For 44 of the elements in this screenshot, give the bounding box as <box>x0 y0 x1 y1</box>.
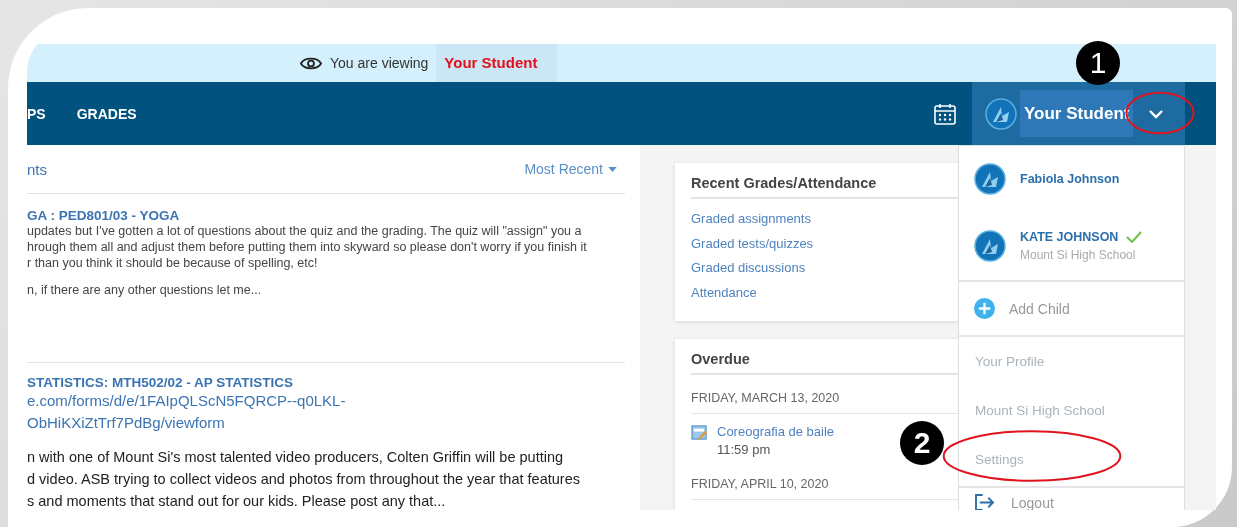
school-name: Mount Si High School <box>1020 248 1137 262</box>
post-text: s and moments that stand out for our kids. Please post any that... <box>27 492 447 510</box>
panel-title: nts <box>27 160 47 178</box>
post-title[interactable]: STATISTICS: MTH502/02 - AP STATISTICS <box>27 375 625 390</box>
menu-item[interactable]: Settings <box>959 435 1184 484</box>
post-text: n, if there are any other questions let me... <box>27 282 263 298</box>
avatar-icon <box>985 97 1017 130</box>
add-child-item[interactable]: Add Child <box>959 282 1184 337</box>
grades-link[interactable]: Graded assignments <box>691 207 959 232</box>
post-title[interactable]: GA : PED801/03 - YOGA <box>27 208 625 223</box>
chevron-down-icon <box>1148 108 1165 119</box>
menu-item[interactable]: Mount Si High School <box>959 386 1184 435</box>
nav-tab[interactable]: GRADES <box>76 105 137 122</box>
post-text: hrough them all and adjust them before putting them into skyward so please don't worry if you finish it <box>27 239 588 255</box>
post-text: d video. ASB trying to collect videos and photos from throughout the year that features <box>27 470 581 489</box>
post-text: r than you think it should be because of spelling, etc! <box>27 255 319 271</box>
student-item[interactable]: KATE JOHNSON Mount Si High School <box>959 212 1184 282</box>
nav-tab[interactable]: PS <box>27 105 46 122</box>
assignment-icon <box>691 424 708 441</box>
avatar-icon <box>974 163 1006 195</box>
student-name: Fabiola Johnson <box>1020 172 1120 186</box>
caret-icon <box>608 166 617 172</box>
viewing-label: You are viewing <box>330 55 429 71</box>
grades-link[interactable]: Graded discussions <box>691 256 959 281</box>
avatar-icon <box>974 230 1006 262</box>
assignment-link[interactable]: Coreografia de baile <box>717 424 835 439</box>
grades-link[interactable]: Attendance <box>691 280 959 305</box>
sort-dropdown[interactable]: Most Recent <box>524 161 625 177</box>
menu-item[interactable]: Your Profile <box>959 337 1184 386</box>
url-link[interactable]: ObHiKXiZtTrf7PdBg/viewform <box>27 412 625 434</box>
check-icon <box>1126 231 1143 243</box>
viewed-student-name: Your Student <box>436 44 558 82</box>
grades-link[interactable]: Graded tests/quizzes <box>691 231 959 256</box>
due-time: 11:59 pm <box>717 442 772 457</box>
logout-icon <box>974 494 995 510</box>
logout-item[interactable]: Logout <box>959 488 1184 510</box>
student-name: KATE JOHNSON <box>1020 230 1119 244</box>
eye-icon <box>300 55 322 71</box>
plus-circle-icon <box>974 298 995 319</box>
post-text: updates but I've gotten a lot of questions about the quiz and the grading. The quiz will "assign" you a <box>27 223 583 239</box>
calendar-icon <box>933 101 957 126</box>
url-link[interactable]: e.com/forms/d/e/1FAIpQLScN5FQRCP--q0LKL- <box>27 390 625 412</box>
post-text: n with one of Mount Si's most talented video producers, Colten Griffin will be putting <box>27 448 565 467</box>
student-item[interactable]: Fabiola Johnson <box>959 146 1184 212</box>
